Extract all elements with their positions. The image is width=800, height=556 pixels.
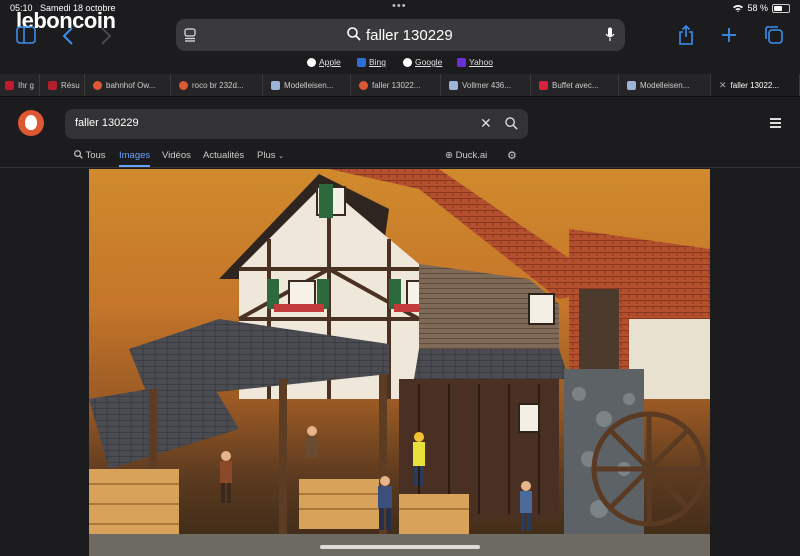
search-icon[interactable] xyxy=(505,117,518,130)
menu-icon[interactable] xyxy=(770,118,781,130)
share-icon[interactable] xyxy=(678,25,694,45)
wifi-icon xyxy=(733,5,744,12)
favorites-bar: Apple Bing Google Yahoo xyxy=(0,57,800,71)
duckduckgo-logo[interactable] xyxy=(18,110,44,136)
browser-tab[interactable]: Modelleisen... xyxy=(263,74,351,96)
address-query: faller 130229 xyxy=(366,27,453,44)
browser-tab[interactable]: roco br 232d... xyxy=(171,74,263,96)
favorite-yahoo[interactable]: Yahoo xyxy=(457,57,493,67)
back-icon[interactable] xyxy=(62,27,74,45)
browser-tab[interactable]: Buffet avec... xyxy=(531,74,619,96)
search-icon xyxy=(347,27,361,41)
duckduckgo-icon xyxy=(359,80,368,90)
microphone-icon[interactable] xyxy=(605,27,615,42)
model-mill-photo xyxy=(89,169,710,556)
tab-more[interactable]: Plus ⌄ xyxy=(257,150,284,161)
google-icon xyxy=(403,57,412,67)
favicon-icon xyxy=(5,80,14,90)
tab-overview-icon[interactable] xyxy=(764,25,784,45)
close-tab-icon[interactable]: ✕ xyxy=(719,80,727,91)
status-bar: 05:10 Samedi 18 octobre ••• 58 % xyxy=(0,0,800,18)
favicon-icon xyxy=(48,80,57,90)
tab-strip: Ihr g Résu bahnhof Ow... roco br 232d...… xyxy=(0,74,800,97)
favicon-icon xyxy=(627,80,636,90)
tab-videos[interactable]: Vidéos xyxy=(162,150,191,161)
new-tab-icon[interactable] xyxy=(721,27,737,43)
favorite-apple[interactable]: Apple xyxy=(307,57,341,67)
browser-tab[interactable]: faller 13022... xyxy=(351,74,441,96)
favicon-icon xyxy=(539,80,548,90)
page-menu-icon[interactable] xyxy=(184,28,196,42)
battery-percent: 58 % xyxy=(747,3,768,13)
search-input[interactable]: faller 130229 ✕ xyxy=(65,109,528,139)
chat-icon: ⊕ xyxy=(445,150,453,161)
search-query: faller 130229 xyxy=(75,117,139,129)
image-result[interactable] xyxy=(89,169,710,556)
search-icon xyxy=(74,150,83,159)
favorite-google[interactable]: Google xyxy=(403,57,442,67)
chevron-down-icon: ⌄ xyxy=(278,153,284,160)
address-bar[interactable]: faller 130229 xyxy=(176,19,625,51)
duckduckgo-icon xyxy=(93,80,102,90)
tab-images[interactable]: Images xyxy=(119,150,151,167)
browser-tab[interactable]: Résu xyxy=(40,74,85,96)
favicon-icon xyxy=(449,80,458,90)
yahoo-icon xyxy=(457,57,466,67)
browser-tab-active[interactable]: ✕ faller 13022... xyxy=(711,74,800,96)
forward-icon[interactable] xyxy=(100,27,112,45)
battery-icon xyxy=(772,3,790,13)
settings-icon[interactable]: ⚙ xyxy=(507,149,517,162)
tab-all[interactable]: Tous xyxy=(74,150,106,161)
bing-icon xyxy=(357,57,366,67)
tab-news[interactable]: Actualités xyxy=(203,150,244,161)
favorite-bing[interactable]: Bing xyxy=(357,57,386,67)
duckduckgo-icon xyxy=(179,80,188,90)
browser-tab[interactable]: Ihr g xyxy=(0,74,40,96)
duck-ai-link[interactable]: ⊕ Duck.ai xyxy=(445,150,487,161)
clear-icon[interactable]: ✕ xyxy=(480,115,492,132)
browser-tab[interactable]: Modelleisen... xyxy=(619,74,711,96)
multitask-dots[interactable]: ••• xyxy=(392,0,407,12)
sidebar-icon[interactable] xyxy=(16,26,36,44)
home-indicator[interactable] xyxy=(320,545,480,549)
favicon-icon xyxy=(271,80,280,90)
apple-icon xyxy=(307,57,316,67)
browser-tab[interactable]: Vollmer 436... xyxy=(441,74,531,96)
divider xyxy=(0,167,800,168)
browser-tab[interactable]: bahnhof Ow... xyxy=(85,74,171,96)
